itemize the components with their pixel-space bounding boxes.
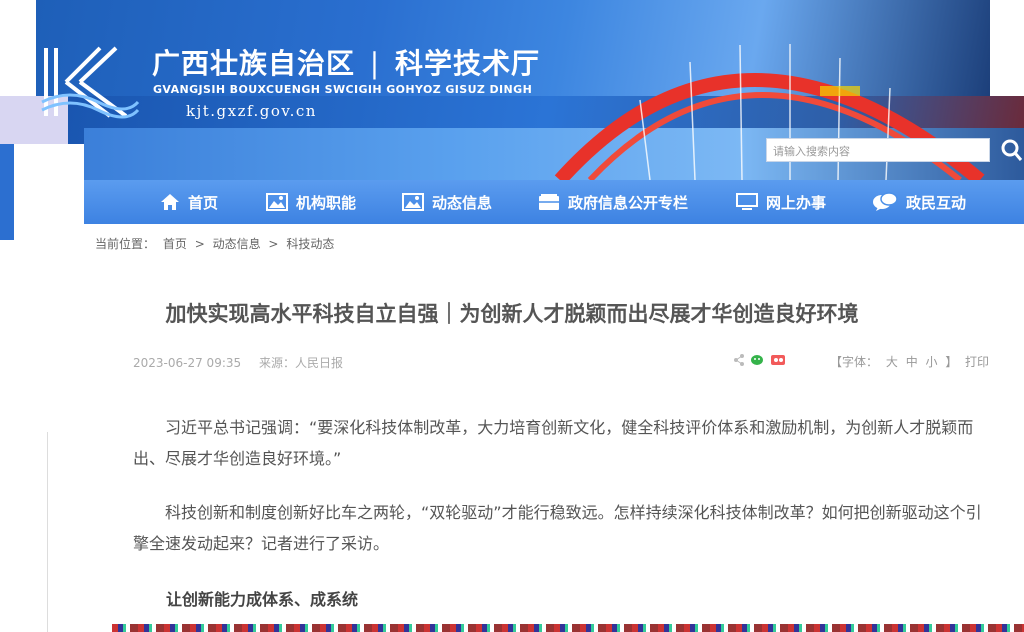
share-bar <box>733 354 785 366</box>
article-source: 来源：人民日报 <box>258 356 343 370</box>
article-paragraph: 习近平总书记强调：“要深化科技体制改革，大力培育创新文化，健全科技评价体系和激励… <box>133 418 974 468</box>
site-name-english: GVANGJSIH BOUXCUENGH SWCIGIH GOHYOZ GISU… <box>153 83 533 96</box>
nav-org-functions[interactable]: 机构职能 <box>266 180 356 224</box>
site-name-region: 广西壮族自治区 <box>152 47 356 80</box>
nav-online-service[interactable]: 网上办事 <box>736 180 826 224</box>
nav-gov-info-label: 政府信息公开专栏 <box>568 193 689 212</box>
font-size-large[interactable]: 大 <box>886 355 898 369</box>
nav-online-service-label: 网上办事 <box>766 193 827 212</box>
bottom-artifact <box>112 624 1024 632</box>
monitor-icon <box>736 193 758 210</box>
nav-org-functions-label: 机构职能 <box>296 193 357 212</box>
font-size-small[interactable]: 小 <box>926 355 938 369</box>
breadcrumb: 当前位置： 首页 > 动态信息 > 科技动态 <box>95 235 338 252</box>
home-icon <box>161 194 179 210</box>
weibo-icon[interactable] <box>771 355 785 365</box>
picture-icon <box>402 193 424 211</box>
print-button[interactable]: 打印 <box>965 353 989 370</box>
search-icon[interactable] <box>994 134 1024 166</box>
breadcrumb-item-home[interactable]: 首页 <box>163 237 187 251</box>
folder-icon <box>539 194 559 210</box>
font-size-label: 【字体： <box>830 355 879 369</box>
article-meta: 2023-06-27 09:35 来源：人民日报 <box>133 354 357 371</box>
header-banner: 广西壮族自治区 | 科学技术厅 GVANGJSIH BOUXCUENGH SWC… <box>0 0 1024 180</box>
nav-news[interactable]: 动态信息 <box>402 180 492 224</box>
breadcrumb-item-news[interactable]: 动态信息 <box>213 237 261 251</box>
nav-gov-info[interactable]: 政府信息公开专栏 <box>538 180 688 224</box>
picture-icon <box>266 193 288 211</box>
article-date: 2023-06-27 09:35 <box>133 356 242 370</box>
share-icon[interactable] <box>733 354 745 366</box>
side-divider <box>47 432 48 632</box>
left-edge-strip <box>0 144 14 240</box>
chat-icon <box>873 192 898 211</box>
breadcrumb-item-tech-news[interactable]: 科技动态 <box>286 237 334 251</box>
site-name-dept: 科学技术厅 <box>394 47 540 80</box>
breadcrumb-separator: > <box>194 237 205 251</box>
article-subheading: 让创新能力成体系、成系统 <box>166 590 359 609</box>
nav-interaction[interactable]: 政民互动 <box>872 180 966 224</box>
font-size-medium[interactable]: 中 <box>906 355 918 369</box>
nav-home[interactable]: 首页 <box>160 180 218 224</box>
font-size-close: 】 <box>945 355 958 369</box>
search-input[interactable]: 请输入搜索内容 <box>766 138 990 162</box>
font-size-control: 【字体： 大 中 小 】 <box>830 353 961 370</box>
breadcrumb-separator: > <box>268 237 279 251</box>
logo-icon[interactable] <box>40 42 140 122</box>
nav-home-label: 首页 <box>188 193 219 212</box>
site-url[interactable]: kjt.gxzf.gov.cn <box>186 102 317 120</box>
title-divider: | <box>369 47 381 80</box>
wechat-icon[interactable] <box>751 354 765 366</box>
nav-news-label: 动态信息 <box>432 193 493 212</box>
article-title: 加快实现高水平科技自立自强｜为创新人才脱颖而出尽展才华创造良好环境 <box>165 302 859 326</box>
breadcrumb-prefix: 当前位置： <box>95 237 156 251</box>
article-paragraph: 科技创新和制度创新好比车之两轮，“双轮驱动”才能行稳致远。怎样持续深化科技体制改… <box>133 503 982 553</box>
site-title: 广西壮族自治区 | 科学技术厅 <box>152 42 540 82</box>
nav-interaction-label: 政民互动 <box>906 193 967 212</box>
banner-gap <box>990 0 1024 80</box>
main-nav: 首页 机构职能 动态信息 政府信息公开专栏 网上办事 政民互动 <box>84 180 1024 224</box>
